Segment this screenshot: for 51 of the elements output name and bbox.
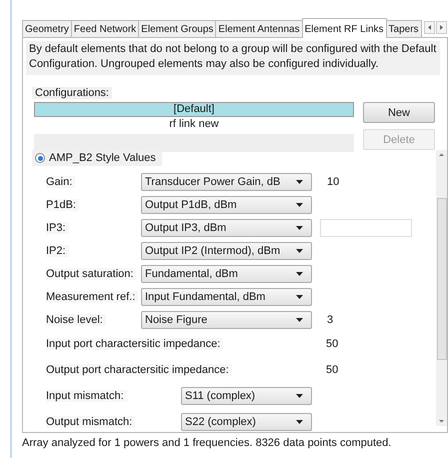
scroll-left-icon[interactable]	[424, 21, 435, 34]
scroll-right-icon[interactable]	[436, 21, 447, 34]
scrollbar[interactable]	[436, 150, 447, 426]
caret-icon	[296, 202, 303, 206]
field-label: IP2:	[46, 244, 69, 256]
dropdown[interactable]: Transducer Power Gain, dB	[141, 172, 312, 190]
dropdown[interactable]: S11 (complex)	[181, 387, 312, 405]
value-text: 3	[327, 314, 334, 326]
caret-icon	[296, 394, 303, 398]
status-text: Array analyzed for 1 powers and 1 frequencies. 8326 data points computed.	[22, 437, 392, 449]
dropdown[interactable]: S22 (complex)	[181, 413, 312, 431]
caret-icon	[296, 420, 303, 424]
tab[interactable]: Element Groups	[138, 20, 216, 37]
list-item[interactable]: rf link new	[34, 117, 354, 132]
dropdown[interactable]: Output IP2 (Intermod), dBm	[141, 242, 312, 260]
button[interactable]: New	[363, 102, 435, 123]
configurations-label: Configurations:	[32, 87, 112, 99]
caret-icon	[296, 272, 303, 276]
tab[interactable]: Element Antennas	[215, 20, 303, 37]
field-label: Output port charactersitic impedance:	[46, 364, 232, 376]
caret-icon	[296, 294, 303, 298]
value-text: 10	[327, 176, 340, 188]
tab[interactable]: Element RF Links	[302, 18, 387, 38]
field-label: Input mismatch:	[46, 390, 127, 402]
caret-icon	[296, 180, 303, 184]
dropdown[interactable]: Noise Figure	[141, 310, 312, 328]
field-label: Measurement ref.:	[46, 290, 138, 302]
tab[interactable]: Tapers	[386, 20, 422, 37]
caret-icon	[296, 248, 303, 252]
tab[interactable]: Geometry	[22, 20, 72, 37]
field-label: Noise level:	[46, 314, 106, 326]
dropdown[interactable]: Input Fundamental, dBm	[141, 288, 312, 306]
field-label: Input port charactersitic impedance:	[46, 338, 224, 350]
dropdown[interactable]: Output IP3, dBm	[141, 218, 312, 236]
field-label: Output saturation:	[46, 268, 136, 280]
field-label: IP3:	[46, 222, 69, 234]
description-text: By default elements that do not belong to a group will be configured with the Default Configuration. Ungrouped elements may also be configured individually.	[26, 41, 440, 75]
radio-button[interactable]	[35, 153, 45, 163]
value-text: 50	[326, 364, 338, 376]
value-text: 50	[326, 338, 338, 350]
section-label: AMP_B2 Style Values	[49, 152, 156, 164]
caret-icon	[296, 226, 303, 230]
field-label: P1dB:	[46, 198, 79, 210]
field-label: Output mismatch:	[46, 416, 136, 428]
tab[interactable]: Feed Network	[70, 20, 140, 37]
field-label: Gain:	[46, 176, 76, 188]
dropdown[interactable]: Output P1dB, dBm	[141, 196, 312, 214]
dropdown[interactable]: Fundamental, dBm	[141, 264, 312, 282]
caret-icon	[296, 318, 303, 322]
list-item[interactable]: [Default]	[34, 102, 354, 117]
input-field[interactable]	[320, 218, 412, 236]
